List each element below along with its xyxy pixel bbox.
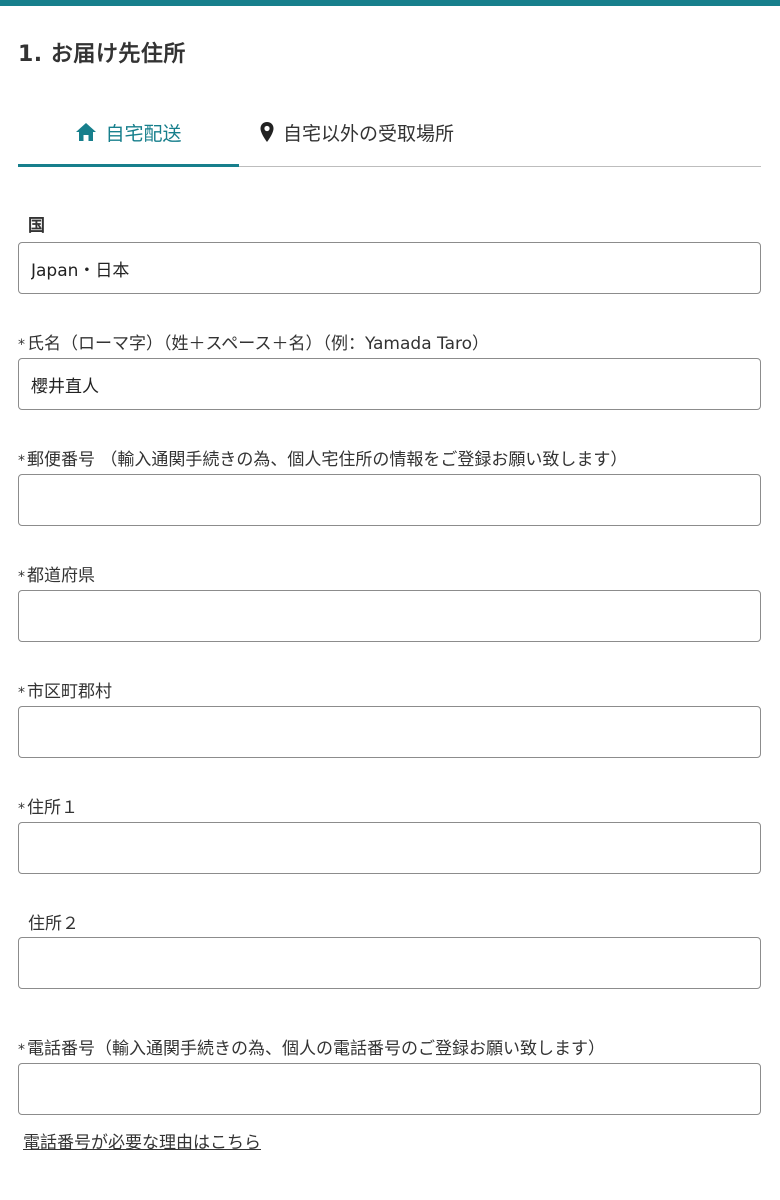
- phone-label: * 電話番号（輸入通関手続きの為、個人の電話番号のご登録お願い致します）: [18, 1034, 605, 1059]
- name-field[interactable]: [18, 358, 761, 410]
- address1-label-text: 住所１: [27, 798, 78, 818]
- postal-label: * 郵便番号 （輸入通関手続きの為、個人宅住所の情報をご登録お願い致します）: [18, 445, 627, 470]
- required-mark: *: [18, 801, 25, 817]
- phone-reason-link[interactable]: 電話番号が必要な理由はこちら: [23, 1128, 261, 1153]
- city-field[interactable]: [18, 706, 761, 758]
- city-label-text: 市区町郡村: [27, 682, 112, 702]
- phone-label-text: 電話番号（輸入通関手続きの為、個人の電話番号のご登録お願い致します）: [27, 1039, 605, 1059]
- required-mark: *: [18, 337, 25, 353]
- delivery-type-tabs: 自宅配送 自宅以外の受取場所: [18, 100, 761, 167]
- country-label: 国: [28, 216, 45, 236]
- required-mark: *: [18, 453, 25, 469]
- name-label-text: 氏名（ローマ字）（姓＋スペース＋名）（例：Yamada Taro）: [27, 334, 490, 354]
- required-mark: *: [18, 1042, 25, 1058]
- country-field[interactable]: [18, 242, 761, 294]
- section-title: 1. お届け先住所: [18, 42, 186, 67]
- city-label: * 市区町郡村: [18, 677, 112, 702]
- prefecture-label-text: 都道府県: [27, 566, 95, 586]
- tab-pickup-location-label: 自宅以外の受取場所: [283, 122, 455, 145]
- prefecture-field[interactable]: [18, 590, 761, 642]
- address2-label: 住所２: [28, 914, 79, 934]
- address2-field[interactable]: [18, 937, 761, 989]
- required-mark: *: [18, 685, 25, 701]
- address1-label: * 住所１: [18, 793, 78, 818]
- postal-label-text: 郵便番号 （輸入通関手続きの為、個人宅住所の情報をご登録お願い致します）: [27, 450, 628, 470]
- phone-field[interactable]: [18, 1063, 761, 1115]
- prefecture-label: * 都道府県: [18, 561, 95, 586]
- tab-home-delivery-label: 自宅配送: [105, 122, 182, 145]
- tab-pickup-location[interactable]: 自宅以外の受取場所: [239, 100, 559, 164]
- required-mark: *: [18, 569, 25, 585]
- home-icon: [76, 123, 97, 141]
- name-label: * 氏名（ローマ字）（姓＋スペース＋名）（例：Yamada Taro）: [18, 329, 489, 354]
- postal-code-field[interactable]: [18, 474, 761, 526]
- location-pin-icon: [260, 122, 274, 142]
- tab-home-delivery[interactable]: 自宅配送: [18, 100, 239, 167]
- top-accent-bar: [0, 0, 780, 6]
- address1-field[interactable]: [18, 822, 761, 874]
